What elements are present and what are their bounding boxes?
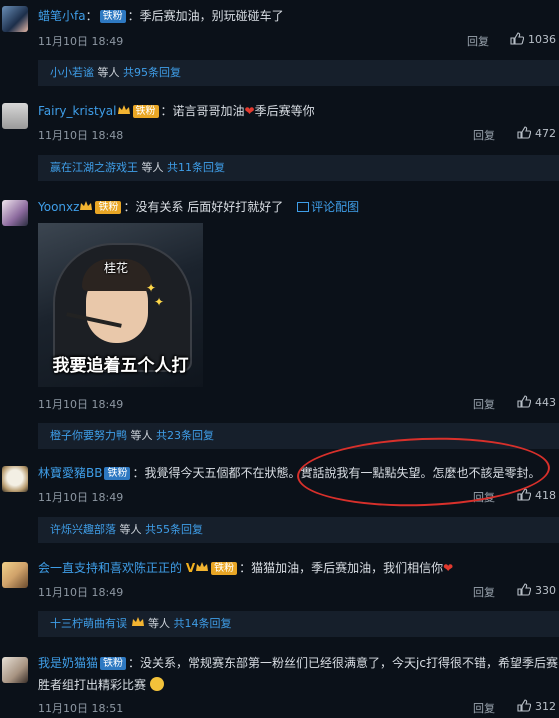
image-icon: [297, 202, 310, 212]
username[interactable]: 会一直支持和喜欢陈正正的: [38, 561, 182, 575]
sub-replies-bar[interactable]: 橙子你要努力鸭 等人 共23条回复: [38, 423, 559, 449]
crown-icon: [80, 201, 93, 210]
like-count: 418: [535, 489, 556, 502]
like-count: 330: [535, 584, 556, 597]
sparkle-icon: ✦: [146, 281, 157, 295]
reply-button[interactable]: 回复: [473, 396, 495, 412]
image-tag: 桂花: [104, 261, 129, 275]
sub-reply-user[interactable]: 橙子你要努力鸭: [50, 429, 127, 442]
reply-button[interactable]: 回复: [473, 489, 495, 505]
comment-text-cont: 實話說我有一點點失望。怎麼也不該是零封。: [300, 466, 541, 480]
fan-badge: 铁粉: [211, 562, 238, 575]
timestamp: 11月10日 18:51: [38, 702, 124, 715]
username[interactable]: Fairy_kristyal: [38, 104, 117, 118]
thumbs-up-icon: [517, 488, 532, 501]
fan-badge: 铁粉: [99, 10, 126, 23]
sub-replies-bar[interactable]: 十三柠萌曲有误 等人 共14条回复: [38, 611, 559, 637]
sparkle-icon: ✦: [154, 295, 165, 309]
sub-reply-user[interactable]: 许烁兴趣部落: [50, 523, 116, 536]
timestamp: 11月10日 18:48: [38, 129, 124, 142]
comment-text-cont: 季后赛等你: [254, 104, 315, 118]
sub-replies-bar[interactable]: 许烁兴趣部落 等人 共55条回复: [38, 517, 559, 543]
crown-icon: [196, 562, 209, 571]
comment-text: 季后赛加油，别玩碰碰车了: [139, 9, 284, 23]
reply-button[interactable]: 回复: [473, 127, 495, 143]
image-caption: 我要追着五个人打: [52, 356, 189, 376]
avatar[interactable]: [2, 466, 28, 492]
timestamp: 11月10日 18:49: [38, 35, 124, 48]
comment-image[interactable]: ✦ ✦ 桂花 我要追着五个人打: [38, 223, 203, 387]
like-count: 312: [535, 700, 556, 713]
heart-icon: ❤: [244, 104, 255, 118]
sub-reply-user[interactable]: 十三柠萌曲有误: [50, 617, 127, 630]
fan-badge: 铁粉: [95, 201, 122, 214]
fan-badge: 铁粉: [100, 657, 127, 670]
like-button[interactable]: 443: [517, 395, 556, 409]
like-button[interactable]: 1036: [510, 32, 556, 46]
sub-replies-bar[interactable]: 小小若谧 等人 共95条回复: [38, 60, 559, 86]
like-button[interactable]: 472: [517, 126, 556, 140]
reply-count[interactable]: 共11条回复: [167, 161, 225, 174]
sub-reply-user[interactable]: 小小若谧: [50, 66, 94, 79]
username[interactable]: Yoonxz: [38, 200, 79, 214]
crown-icon: [131, 617, 144, 626]
avatar[interactable]: [2, 562, 28, 588]
avatar[interactable]: [2, 657, 28, 683]
thumbs-up-icon: [510, 32, 525, 45]
avatar[interactable]: [2, 200, 28, 226]
comment-text: 没关系，常规赛东部第一粉丝们已经很满意了，今天jc打得很不错，希望季后赛: [140, 656, 558, 670]
heart-icon: ❤: [443, 561, 454, 575]
sub-replies-bar[interactable]: 赢在江湖之游戏王 等人 共11条回复: [38, 155, 559, 181]
reply-button[interactable]: 回复: [473, 584, 495, 600]
thumbs-up-icon: [517, 699, 532, 712]
avatar[interactable]: [2, 6, 28, 32]
crown-icon: [117, 105, 130, 114]
thumbs-up-icon: [517, 583, 532, 596]
comment-text: 猫猫加油，季后赛加油，我们相信你: [251, 561, 444, 575]
comment-text: 没有关系 后面好好打就好了: [135, 200, 284, 214]
avatar[interactable]: [2, 103, 28, 129]
thumbs-up-icon: [517, 395, 532, 408]
view-image-link[interactable]: 评论配图: [297, 200, 359, 214]
timestamp: 11月10日 18:49: [38, 586, 124, 599]
timestamp: 11月10日 18:49: [38, 398, 124, 411]
reply-count[interactable]: 共55条回复: [145, 523, 203, 536]
reply-count[interactable]: 共95条回复: [123, 66, 181, 79]
fan-badge: 铁粉: [132, 105, 159, 118]
reply-button[interactable]: 回复: [473, 700, 495, 716]
like-button[interactable]: 312: [517, 699, 556, 713]
comment-text: 我覺得今天五個都不在狀態。: [144, 466, 301, 480]
comment-text-line2: 胜者组打出精彩比赛: [38, 678, 147, 692]
username[interactable]: 我是奶猫猫: [38, 656, 98, 670]
reply-count[interactable]: 共14条回复: [174, 617, 232, 630]
fan-badge: 铁粉: [104, 467, 131, 480]
like-count: 443: [535, 396, 556, 409]
like-button[interactable]: 418: [517, 488, 556, 502]
like-button[interactable]: 330: [517, 583, 556, 597]
emoji-icon: [149, 677, 164, 691]
reply-button[interactable]: 回复: [467, 33, 489, 49]
comment-text: 诺言哥哥加油: [172, 104, 245, 118]
username[interactable]: 林寶愛豬BB: [38, 466, 102, 480]
timestamp: 11月10日 18:49: [38, 491, 124, 504]
username[interactable]: 蜡笔小fa: [38, 9, 86, 23]
like-count: 472: [535, 127, 556, 140]
like-count: 1036: [528, 33, 556, 46]
reply-count[interactable]: 共23条回复: [156, 429, 214, 442]
verified-v-icon: V: [185, 561, 196, 575]
sub-reply-user[interactable]: 赢在江湖之游戏王: [50, 161, 138, 174]
thumbs-up-icon: [517, 126, 532, 139]
